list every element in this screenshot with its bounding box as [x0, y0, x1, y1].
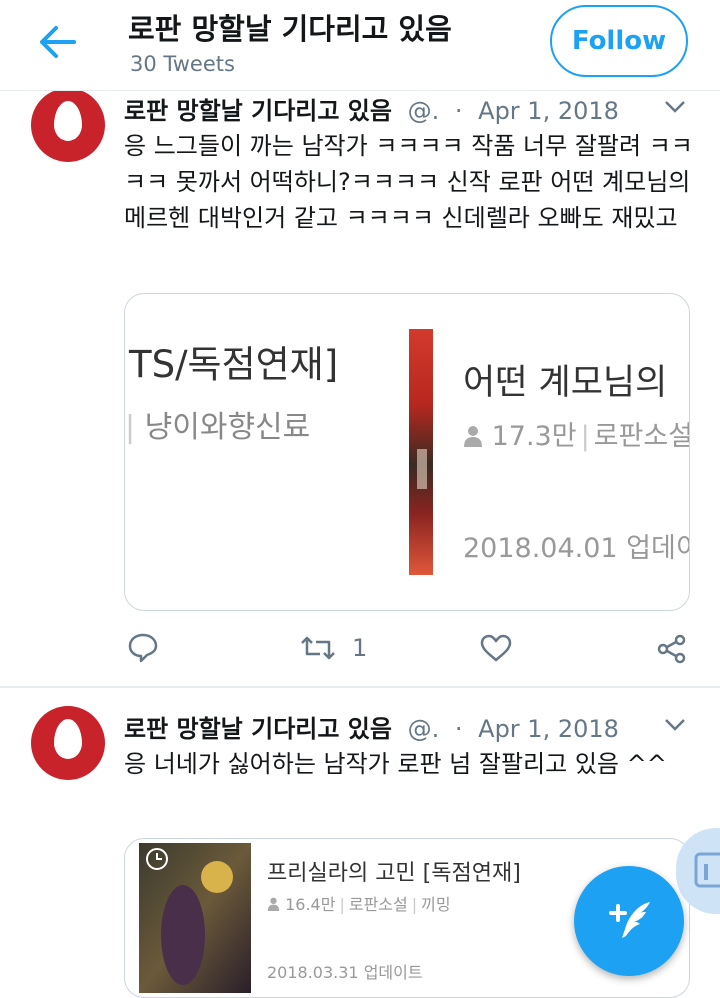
- tweet-text: 응 너네가 싫어하는 남작가 로판 넘 잘팔리고 있음 ^^: [124, 750, 667, 778]
- retweet-icon[interactable]: [300, 634, 336, 662]
- card-meta: 17.3만 | 로판소설: [463, 414, 690, 453]
- person-icon: [464, 426, 482, 447]
- update-date: 2018.03.31 업데이트: [267, 963, 423, 982]
- retweet-count: 1: [352, 634, 368, 662]
- tweet-date: Apr 1, 2018: [478, 715, 619, 743]
- person-icon: [267, 897, 280, 911]
- tweet-divider: [0, 686, 720, 688]
- avatar[interactable]: [31, 706, 105, 780]
- card-title-right: 어떤 계모님의: [463, 363, 668, 403]
- tweet-actions: 1: [0, 628, 720, 672]
- chevron-down-icon[interactable]: [664, 718, 686, 732]
- tweet-text: 응 느그들이 까는 남작가 ㅋㅋㅋㅋ 작품 너무 잘팔려 ㅋㅋㅋㅋ 못까서 어떡…: [124, 132, 698, 232]
- cover-image: [139, 843, 251, 993]
- category: 로판소설: [348, 895, 408, 914]
- card-author: 끼밍: [421, 895, 451, 914]
- cover-art: [139, 843, 251, 993]
- tweet-date: Apr 1, 2018: [478, 97, 619, 125]
- follow-button[interactable]: Follow: [550, 5, 688, 77]
- card-author-left: | 냥이와향신료: [125, 402, 310, 446]
- card-meta: 16.4만 | 로판소설 | 끼밍: [267, 891, 451, 915]
- widget-icon: [694, 852, 720, 888]
- tweet-header: 로판 망할날 기다리고 있음 @. · Apr 1, 2018: [124, 709, 619, 744]
- view-count: 17.3만: [491, 421, 577, 452]
- view-count: 16.4만: [285, 895, 336, 914]
- compose-tweet-button[interactable]: [574, 866, 684, 976]
- profile-title: 로판 망할날 기다리고 있음: [128, 12, 452, 46]
- author-handle: @.: [407, 715, 440, 743]
- author-name[interactable]: 로판 망할날 기다리고 있음: [124, 715, 392, 743]
- dot-separator: ·: [454, 715, 463, 743]
- author-handle: @.: [407, 97, 440, 125]
- compose-tweet-icon: [609, 902, 650, 938]
- top-bar: 로판 망할날 기다리고 있음 30 Tweets Follow: [0, 0, 720, 91]
- back-arrow-icon[interactable]: [34, 22, 80, 62]
- share-icon[interactable]: [656, 633, 688, 665]
- reply-icon[interactable]: [127, 632, 159, 664]
- like-icon[interactable]: [479, 633, 513, 663]
- category: 로판소설: [593, 421, 690, 452]
- tweet-header: 로판 망할날 기다리고 있음 @. · Apr 1, 2018: [124, 91, 619, 126]
- card-title: 프리실라의 고민 [독점연재]: [267, 861, 521, 886]
- chevron-down-icon[interactable]: [664, 100, 686, 114]
- author-name[interactable]: 로판 망할날 기다리고 있음: [124, 97, 392, 125]
- dot-separator: ·: [454, 97, 463, 125]
- cover-image: [409, 329, 433, 575]
- card-author: 냥이와향신료: [144, 410, 311, 445]
- update-date: 2018.04.01 업데이: [463, 533, 690, 564]
- avatar[interactable]: [31, 88, 105, 162]
- author-mark: |: [125, 410, 136, 445]
- link-preview-card[interactable]: TS/독점연재] | 냥이와향신료 어떤 계모님의 17.3만 | 로판소설 2…: [124, 293, 690, 611]
- card-title-left: TS/독점연재]: [129, 343, 339, 386]
- tweet-count: 30 Tweets: [130, 52, 235, 76]
